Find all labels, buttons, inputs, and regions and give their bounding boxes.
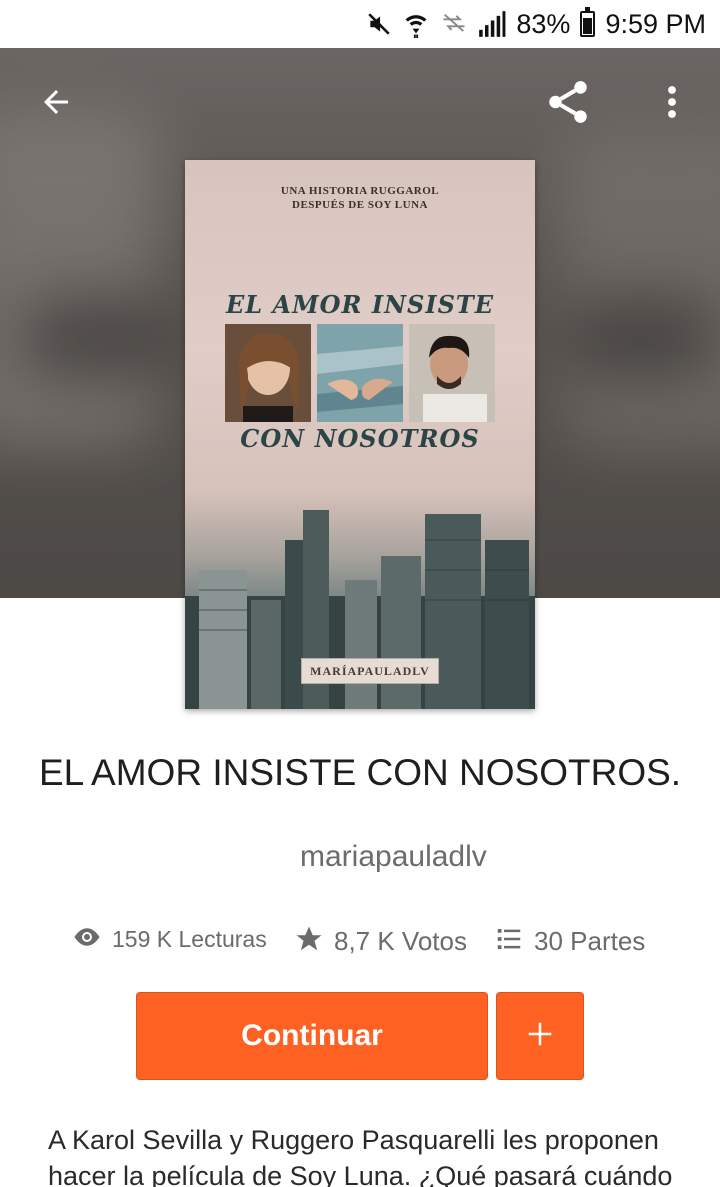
mute-icon [366, 11, 392, 37]
continue-reading-button[interactable]: Continuar [136, 992, 488, 1080]
no-data-icon [440, 12, 468, 36]
cover-photo-woman [225, 324, 311, 422]
votes-count: 8,7 K Votos [334, 926, 467, 956]
plus-icon [525, 1019, 555, 1054]
battery-percent: 83% [516, 8, 571, 39]
eye-icon [72, 922, 102, 957]
more-vertical-icon [667, 84, 677, 125]
cover-kicker: UNA HISTORIA RUGGAROL DESPUÉS DE SOY LUN… [280, 185, 440, 211]
list-icon [494, 924, 524, 959]
parts-stat: 30 Partes [494, 924, 645, 959]
cover-author-tag: MARÍAPAULADLV [301, 658, 439, 684]
battery-icon [580, 7, 596, 37]
wifi-icon [402, 10, 430, 38]
clock: 9:59 PM [605, 8, 706, 39]
share-icon [543, 77, 593, 132]
share-button[interactable] [540, 76, 596, 132]
star-icon [294, 924, 324, 959]
more-options-button[interactable] [644, 76, 700, 132]
reads-count: 159 K Lecturas [112, 926, 267, 952]
status-bar: 83% 9:59 PM [0, 0, 720, 48]
cover-title-line1: EL AMOR INSISTE [225, 290, 495, 319]
parts-count: 30 Partes [534, 926, 646, 956]
story-title: EL AMOR INSISTE CON NOSOTROS. [38, 752, 682, 793]
author-link[interactable]: mariapauladlv [300, 840, 487, 874]
story-stats: 159 K Lecturas 8,7 K Votos 30 Partes [0, 922, 720, 966]
add-to-library-button[interactable] [496, 992, 584, 1080]
cover-photo-man [409, 324, 495, 422]
votes-stat: 8,7 K Votos [294, 924, 467, 959]
cover-photo-hands [317, 324, 403, 422]
story-description: A Karol Sevilla y Ruggero Pasquarelli le… [48, 1125, 673, 1187]
book-cover[interactable]: UNA HISTORIA RUGGAROL DESPUÉS DE SOY LUN… [185, 160, 535, 709]
reads-stat: 159 K Lecturas [72, 922, 267, 957]
signal-icon [478, 10, 506, 38]
arrow-left-icon [38, 84, 74, 125]
cover-title-line2: CON NOSOTROS [240, 424, 480, 453]
back-button[interactable] [28, 76, 84, 132]
